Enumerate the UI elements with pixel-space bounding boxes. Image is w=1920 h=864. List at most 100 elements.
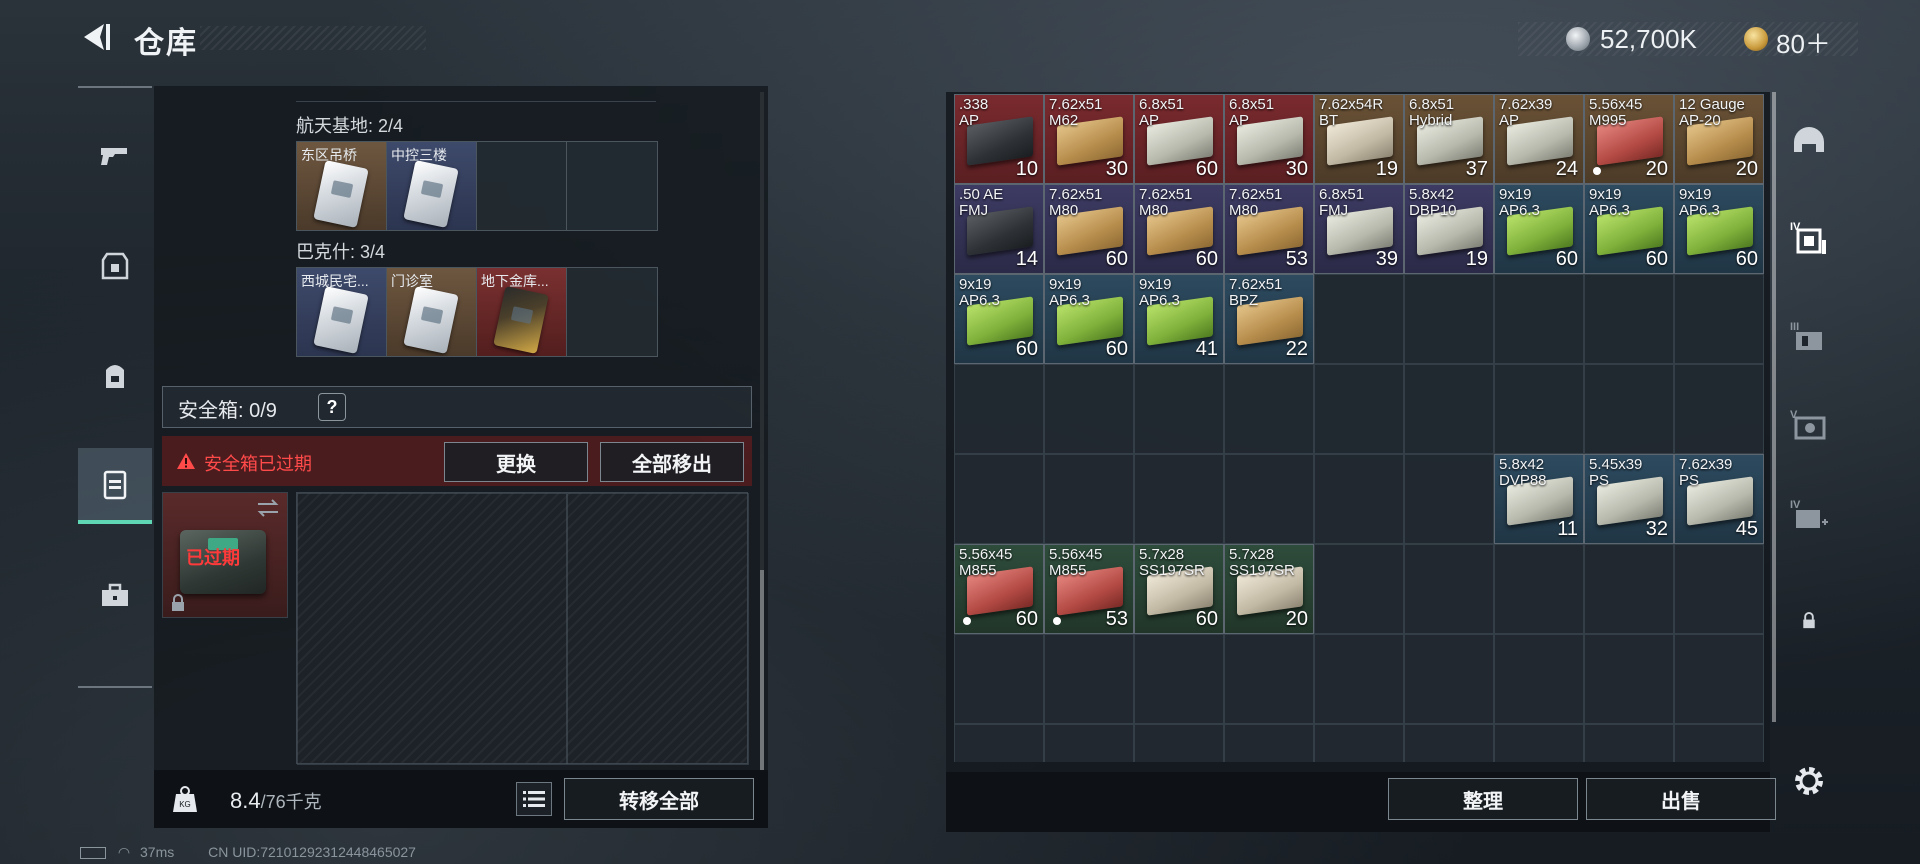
inventory-cell[interactable]: [1224, 364, 1314, 454]
inventory-cell[interactable]: [1044, 634, 1134, 724]
inventory-cell[interactable]: [1584, 274, 1674, 364]
key-slot[interactable]: 西城民宅...: [297, 268, 387, 356]
inventory-cell[interactable]: [1314, 454, 1404, 544]
inventory-cell[interactable]: [1134, 364, 1224, 454]
ammo-item[interactable]: 7.62x51 BPZ 22: [1224, 274, 1314, 364]
inventory-cell[interactable]: [1314, 364, 1404, 454]
inventory-cell[interactable]: [1494, 364, 1584, 454]
inventory-cell[interactable]: [1314, 634, 1404, 724]
inventory-cell[interactable]: [1404, 724, 1494, 762]
inventory-cell[interactable]: [1404, 544, 1494, 634]
gold-amount[interactable]: 80＋: [1776, 24, 1831, 61]
swap-icon[interactable]: [256, 498, 280, 518]
inventory-cell[interactable]: [1404, 454, 1494, 544]
ammo-item[interactable]: 7.62x51 M80 60: [1044, 184, 1134, 274]
nav-helmet[interactable]: [1782, 116, 1836, 170]
inventory-cell[interactable]: [1044, 724, 1134, 762]
nav-iv-medkit[interactable]: IV: [1782, 488, 1836, 542]
nav-iv-armor[interactable]: IV: [1782, 210, 1836, 264]
ammo-item[interactable]: 7.62x51 M80 60: [1134, 184, 1224, 274]
key-slot[interactable]: 地下金库...: [477, 268, 567, 356]
inventory-cell[interactable]: [1134, 454, 1224, 544]
inventory-cell[interactable]: [1674, 364, 1764, 454]
ammo-item[interactable]: .338 AP 10: [954, 94, 1044, 184]
ammo-item[interactable]: 7.62x54R BT 19: [1314, 94, 1404, 184]
inventory-cell[interactable]: [1674, 634, 1764, 724]
ammo-item[interactable]: 7.62x39 AP 24: [1494, 94, 1584, 184]
key-slot[interactable]: 东区吊桥: [297, 142, 387, 230]
inventory-cell[interactable]: [1584, 634, 1674, 724]
nav-safebox[interactable]: [78, 448, 152, 524]
ammo-item[interactable]: 6.8x51 FMJ 39: [1314, 184, 1404, 274]
inventory-cell[interactable]: [1404, 634, 1494, 724]
ammo-item[interactable]: 12 Gauge AP-20 20: [1674, 94, 1764, 184]
inventory-cell[interactable]: [1674, 274, 1764, 364]
nav-weapons[interactable]: [78, 116, 152, 192]
inventory-cell[interactable]: [1044, 364, 1134, 454]
inventory-cell[interactable]: [1314, 724, 1404, 762]
key-slot[interactable]: 门诊室: [387, 268, 477, 356]
inventory-cell[interactable]: [1134, 724, 1224, 762]
transfer-all-button[interactable]: 转移全部: [564, 778, 754, 820]
ammo-item[interactable]: 9x19 AP6.3 60: [1494, 184, 1584, 274]
inventory-cell[interactable]: [1314, 544, 1404, 634]
inventory-cell[interactable]: [1674, 724, 1764, 762]
ammo-item[interactable]: 7.62x39 PS 45: [1674, 454, 1764, 544]
sell-button[interactable]: 出售: [1586, 778, 1776, 820]
ammo-item[interactable]: 7.62x51 M80 53: [1224, 184, 1314, 274]
sort-button[interactable]: 整理: [1388, 778, 1578, 820]
inventory-cell[interactable]: [1674, 544, 1764, 634]
inventory-cell[interactable]: [1584, 544, 1674, 634]
nav-iii-rig[interactable]: III: [1782, 310, 1836, 364]
inventory-cell[interactable]: [1584, 364, 1674, 454]
inventory-cell[interactable]: [1224, 454, 1314, 544]
safebox-cell[interactable]: [297, 493, 567, 765]
inventory-cell[interactable]: [1224, 634, 1314, 724]
ammo-item[interactable]: 6.8x51 Hybrid 37: [1404, 94, 1494, 184]
nav-v-weapon[interactable]: V: [1782, 398, 1836, 452]
ammo-item[interactable]: 9x19 AP6.3 60: [1584, 184, 1674, 274]
help-icon[interactable]: ?: [318, 393, 346, 421]
inventory-cell[interactable]: [1314, 274, 1404, 364]
inventory-cell[interactable]: [954, 724, 1044, 762]
ammo-item[interactable]: 7.62x51 M62 30: [1044, 94, 1134, 184]
inventory-cell[interactable]: [1494, 544, 1584, 634]
inventory-cell[interactable]: [1494, 634, 1584, 724]
inventory-cell[interactable]: [954, 364, 1044, 454]
nav-backpack[interactable]: [78, 338, 152, 414]
ammo-item[interactable]: 5.8x42 DVP88 11: [1494, 454, 1584, 544]
ammo-item[interactable]: 9x19 AP6.3 41: [1134, 274, 1224, 364]
ammo-item[interactable]: 9x19 AP6.3 60: [954, 274, 1044, 364]
inventory-cell[interactable]: [1044, 454, 1134, 544]
nav-toolbox[interactable]: [78, 558, 152, 634]
move-all-button[interactable]: 全部移出: [600, 442, 744, 482]
ammo-item[interactable]: 5.45x39 PS 32: [1584, 454, 1674, 544]
key-slot-empty[interactable]: [567, 268, 657, 356]
ammo-item[interactable]: 9x19 AP6.3 60: [1674, 184, 1764, 274]
inventory-cell[interactable]: [954, 454, 1044, 544]
ammo-item[interactable]: 5.56x45 M855 53: [1044, 544, 1134, 634]
nav-armor[interactable]: [78, 228, 152, 304]
inventory-cell[interactable]: [1494, 724, 1584, 762]
inventory-grid[interactable]: .338 AP 10 7.62x51 M62 30 6.8x51 AP 60 6.8x51 …: [954, 94, 1766, 762]
inventory-cell[interactable]: [1584, 724, 1674, 762]
ammo-item[interactable]: 5.56x45 M855 60: [954, 544, 1044, 634]
safebox-cell[interactable]: [567, 493, 749, 765]
key-slot[interactable]: 中控三楼: [387, 142, 477, 230]
list-view-button[interactable]: [516, 782, 552, 816]
inventory-cell[interactable]: [1494, 274, 1584, 364]
ammo-item[interactable]: 5.7x28 SS197SR 60: [1134, 544, 1224, 634]
settings-button[interactable]: [1790, 762, 1828, 800]
inventory-cell[interactable]: [954, 634, 1044, 724]
back-button[interactable]: [78, 20, 112, 54]
nav-locked[interactable]: [1782, 594, 1836, 648]
inventory-cell[interactable]: [1224, 724, 1314, 762]
ammo-item[interactable]: 5.8x42 DBP10 19: [1404, 184, 1494, 274]
ammo-item[interactable]: .50 AE FMJ 14: [954, 184, 1044, 274]
ammo-item[interactable]: 5.7x28 SS197SR 20: [1224, 544, 1314, 634]
ammo-item[interactable]: 6.8x51 AP 60: [1134, 94, 1224, 184]
left-scroll-thumb[interactable]: [760, 570, 764, 770]
replace-button[interactable]: 更换: [444, 442, 588, 482]
inventory-cell[interactable]: [1404, 364, 1494, 454]
key-slot-empty[interactable]: [567, 142, 657, 230]
